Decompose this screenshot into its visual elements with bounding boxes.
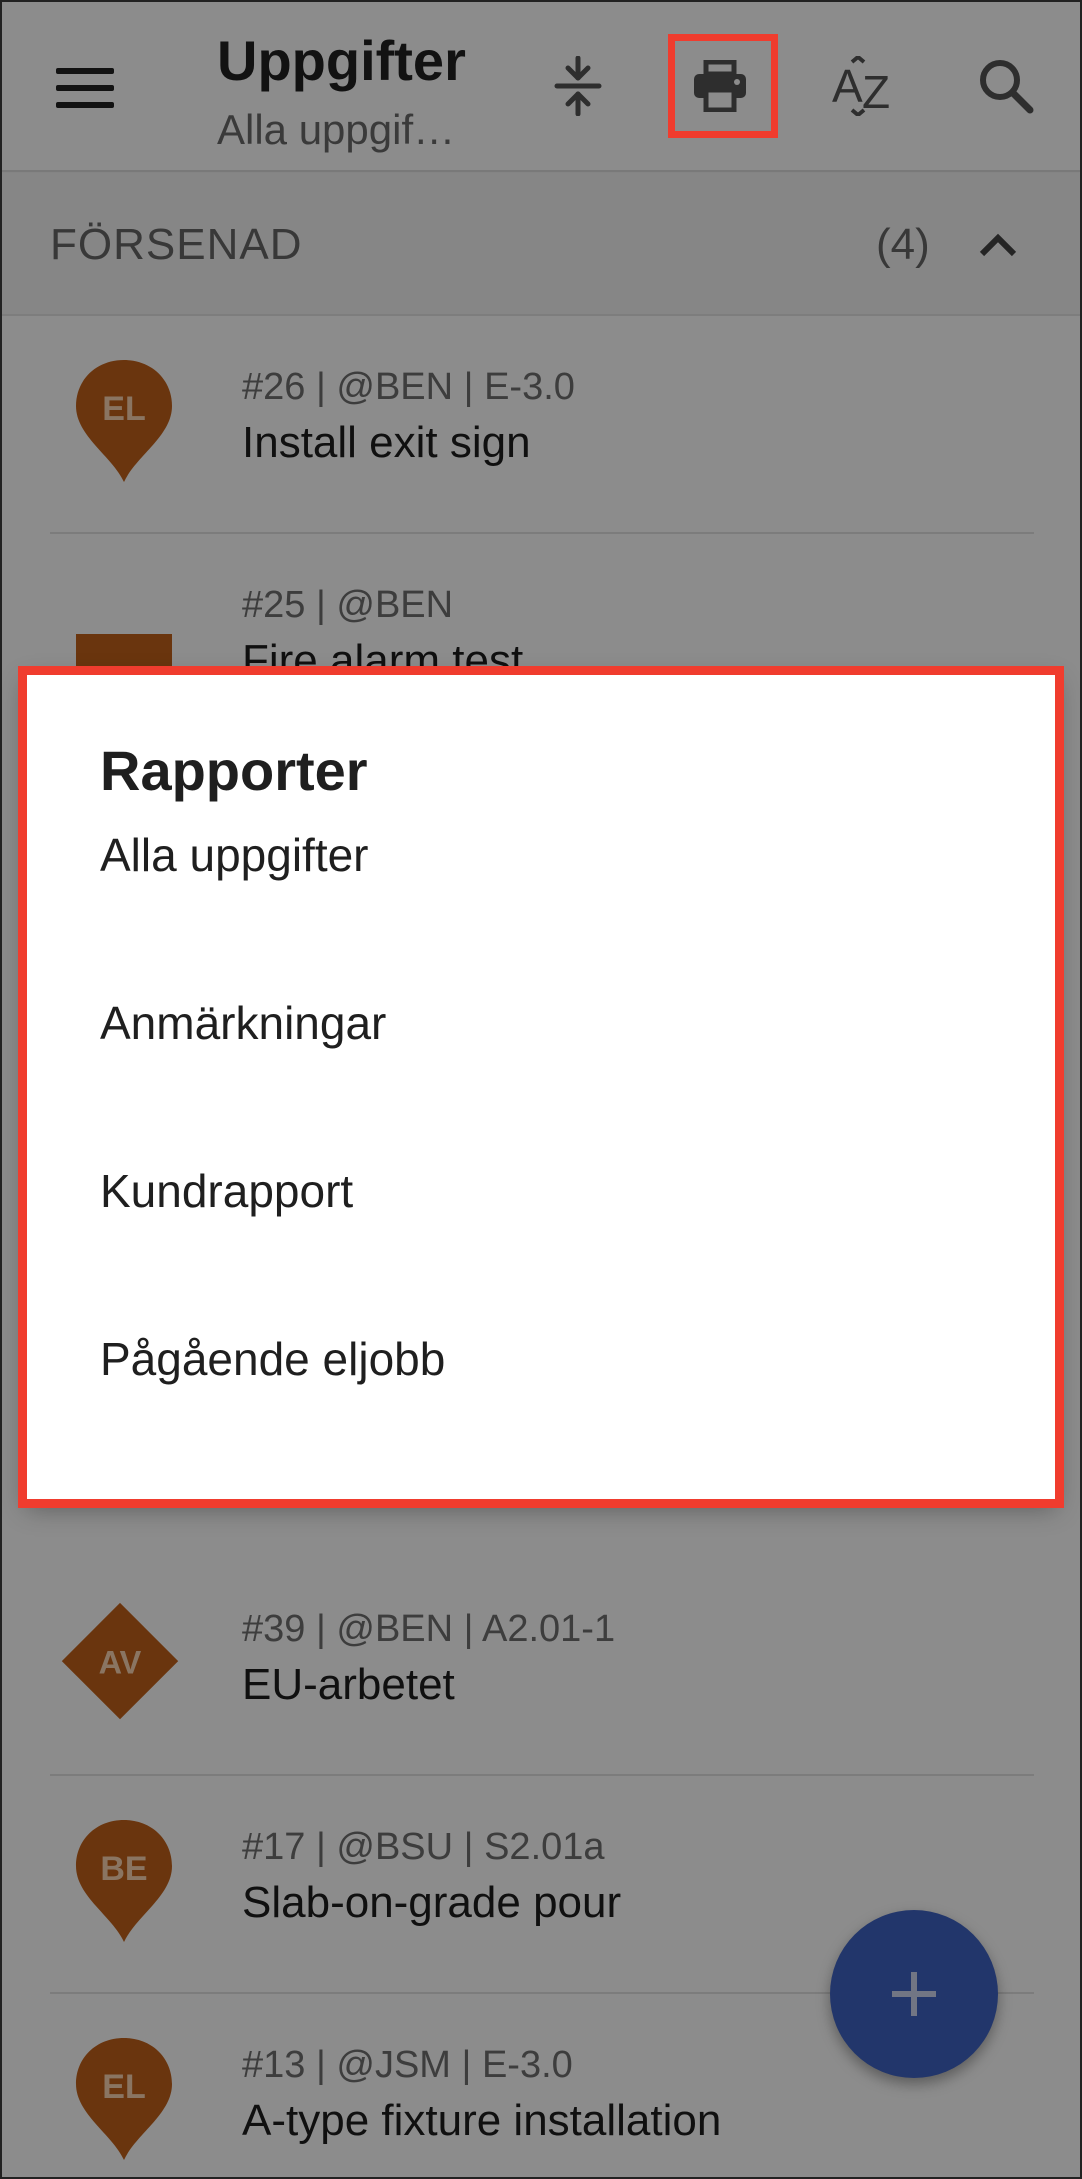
app-screen: Uppgifter Alla uppgif… A Z FÖRSENAD (4) … (0, 0, 1082, 2179)
print-button-highlight (668, 34, 778, 138)
dialog-highlight (18, 666, 1064, 1508)
